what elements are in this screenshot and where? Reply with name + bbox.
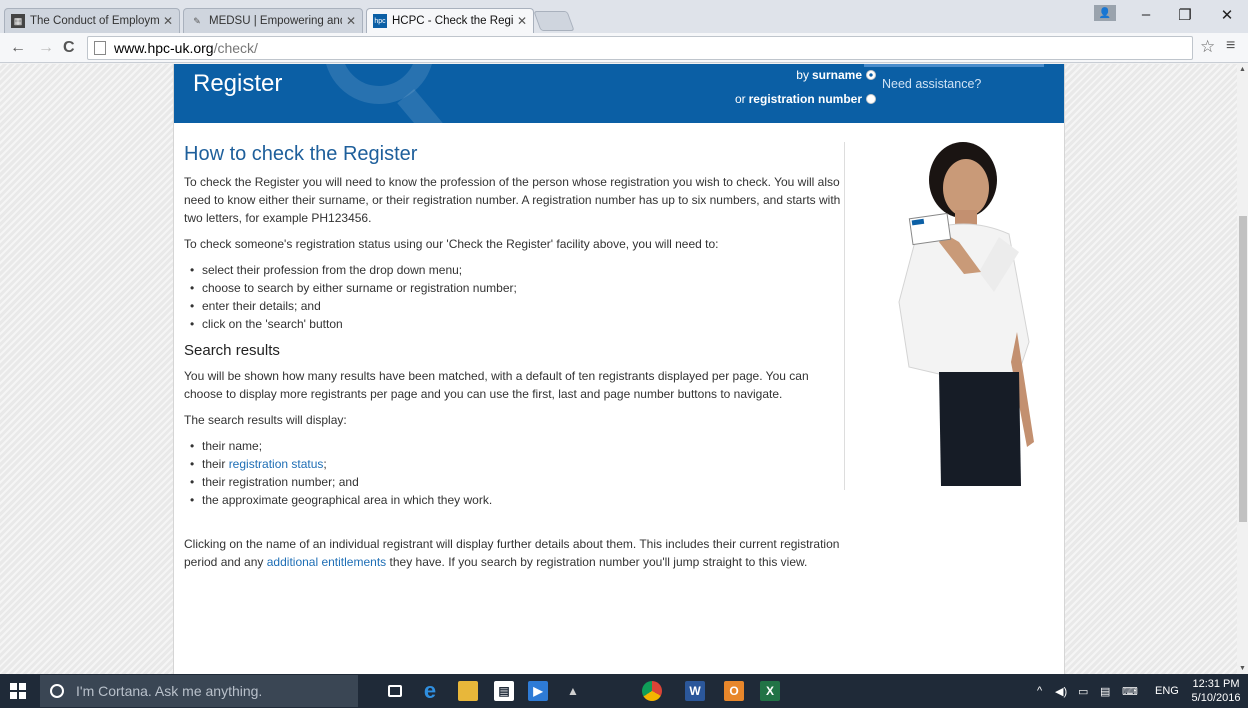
search-by-prefix: by — [796, 68, 809, 82]
page-icon — [94, 41, 106, 55]
battery-icon[interactable]: ▭ — [1078, 685, 1088, 698]
closing-text: they have. If you search by registration… — [389, 555, 808, 569]
tab-hcpc-check-register[interactable]: hpc HCPC - Check the Registe ✕ — [366, 8, 534, 33]
list-item-text: ; — [323, 457, 327, 471]
chrome-icon[interactable] — [642, 681, 662, 701]
content-divider — [844, 142, 845, 490]
additional-entitlements-link[interactable]: additional entitlements — [267, 555, 386, 569]
windows-taskbar: I'm Cortana. Ask me anything. e ▤ ▶ ▲ W … — [0, 674, 1248, 708]
regnum-radio[interactable] — [866, 94, 876, 104]
list-item: the approximate geographical area in whi… — [184, 491, 842, 509]
excel-icon[interactable]: X — [760, 681, 780, 701]
list-item: their registration status; — [184, 455, 842, 473]
minimize-icon[interactable]: – — [1131, 6, 1161, 23]
search-by-regnum-option[interactable]: or registration number — [735, 92, 876, 106]
tab-medsu[interactable]: ✎ MEDSU | Empowering and ✕ — [183, 8, 363, 33]
list-item: enter their details; and — [184, 297, 842, 315]
outlook-icon[interactable]: O — [724, 681, 744, 701]
tab-conduct-of-employment[interactable]: ▦ The Conduct of Employm ✕ — [4, 8, 180, 33]
list-item: their name; — [184, 437, 842, 455]
scroll-down-arrow-icon[interactable]: ▼ — [1239, 665, 1246, 672]
page-heading: How to check the Register — [184, 143, 418, 165]
close-tab-icon[interactable]: ✕ — [517, 14, 527, 28]
banner-title: Register — [193, 70, 283, 97]
tab-title: The Conduct of Employm — [30, 15, 159, 27]
notifications-icon[interactable]: ▤ — [1100, 685, 1110, 698]
clock-time: 12:31 PM — [1192, 678, 1240, 690]
hcpc-favicon-icon: hpc — [373, 14, 387, 28]
url-path: /check/ — [213, 40, 258, 56]
browser-toolbar: ← → C www.hpc-uk.org/check/ ☆ ≡ — [0, 33, 1248, 63]
list-item: click on the 'search' button — [184, 315, 842, 333]
cortana-search-box[interactable]: I'm Cortana. Ask me anything. — [40, 675, 358, 707]
intro-paragraph: To check the Register you will need to k… — [184, 175, 841, 225]
search-by-surname-option[interactable]: by surname — [796, 68, 876, 82]
surname-radio[interactable] — [866, 70, 876, 80]
steps-list: select their profession from the drop do… — [184, 261, 842, 333]
main-content: How to check the Register To check the R… — [184, 142, 842, 579]
language-indicator[interactable]: ENG — [1155, 685, 1179, 697]
store-icon[interactable]: ▤ — [494, 681, 514, 701]
close-tab-icon[interactable]: ✕ — [163, 14, 173, 28]
cortana-icon — [50, 684, 64, 698]
registration-status-link[interactable]: registration status — [229, 457, 324, 471]
clock-date: 5/10/2016 — [1191, 692, 1241, 704]
results-display-paragraph: The search results will display: — [184, 413, 347, 427]
keyboard-icon[interactable]: ⌨ — [1122, 685, 1138, 698]
list-item: select their profession from the drop do… — [184, 261, 842, 279]
show-hidden-icons-icon[interactable]: ^ — [1037, 685, 1042, 697]
forward-arrow-icon[interactable]: → — [38, 39, 54, 57]
page-viewport: Register by surname or registration numb… — [0, 64, 1237, 674]
profile-icon[interactable]: 👤 — [1094, 5, 1116, 21]
url-host: www.hpc-uk.org — [114, 40, 214, 56]
reload-icon[interactable]: C — [63, 39, 75, 57]
registrant-photo — [898, 142, 1034, 486]
back-arrow-icon[interactable]: ← — [10, 39, 26, 57]
scroll-up-arrow-icon[interactable]: ▲ — [1239, 66, 1246, 73]
search-field-edge — [864, 64, 1044, 67]
browser-tab-strip: ▦ The Conduct of Employm ✕ ✎ MEDSU | Emp… — [0, 0, 1248, 33]
cortana-placeholder: I'm Cortana. Ask me anything. — [76, 683, 263, 699]
media-player-icon[interactable]: ▶ — [528, 681, 548, 701]
task-view-icon[interactable] — [388, 685, 402, 697]
edge-browser-icon[interactable]: e — [420, 678, 440, 703]
results-list: their name; their registration status; t… — [184, 437, 842, 509]
system-clock[interactable]: 12:31 PM 5/10/2016 — [1188, 677, 1244, 705]
search-results-heading: Search results — [184, 342, 280, 359]
new-tab-button[interactable] — [533, 11, 575, 31]
close-tab-icon[interactable]: ✕ — [346, 14, 356, 28]
page-container: Register by surname or registration numb… — [173, 64, 1065, 674]
list-item-text: their — [202, 457, 226, 471]
app-hat-icon[interactable]: ▲ — [563, 681, 583, 701]
search-by-regnum-label: registration number — [748, 92, 862, 106]
closing-paragraph: Clicking on the name of an individual re… — [184, 535, 842, 571]
need-assistance-link[interactable]: Need assistance? — [882, 77, 981, 91]
page-scrollbar[interactable]: ▲ ▼ — [1237, 64, 1248, 674]
search-or-prefix: or — [734, 92, 746, 106]
word-icon[interactable]: W — [685, 681, 705, 701]
address-bar[interactable]: www.hpc-uk.org/check/ — [87, 36, 1193, 60]
windows-start-icon[interactable] — [10, 683, 26, 699]
menu-icon[interactable]: ≡ — [1226, 37, 1235, 55]
status-intro-paragraph: To check someone's registration status u… — [184, 237, 719, 251]
register-search-banner: Register by surname or registration numb… — [174, 64, 1064, 123]
scrollbar-thumb[interactable] — [1239, 216, 1247, 522]
volume-icon[interactable]: ◀) — [1055, 685, 1067, 698]
search-by-surname-label: surname — [811, 68, 862, 82]
restore-icon[interactable]: ❐ — [1170, 6, 1200, 24]
results-intro-paragraph: You will be shown how many results have … — [184, 369, 809, 401]
crest-favicon-icon: ▦ — [11, 14, 25, 28]
tab-title: MEDSU | Empowering and — [209, 15, 342, 27]
tab-title: HCPC - Check the Registe — [392, 15, 513, 27]
list-item: their registration number; and — [184, 473, 842, 491]
close-window-icon[interactable]: ✕ — [1212, 6, 1242, 24]
list-item: choose to search by either surname or re… — [184, 279, 842, 297]
medsu-favicon-icon: ✎ — [193, 15, 201, 26]
bookmark-star-icon[interactable]: ☆ — [1200, 37, 1215, 57]
file-explorer-icon[interactable] — [458, 681, 478, 701]
